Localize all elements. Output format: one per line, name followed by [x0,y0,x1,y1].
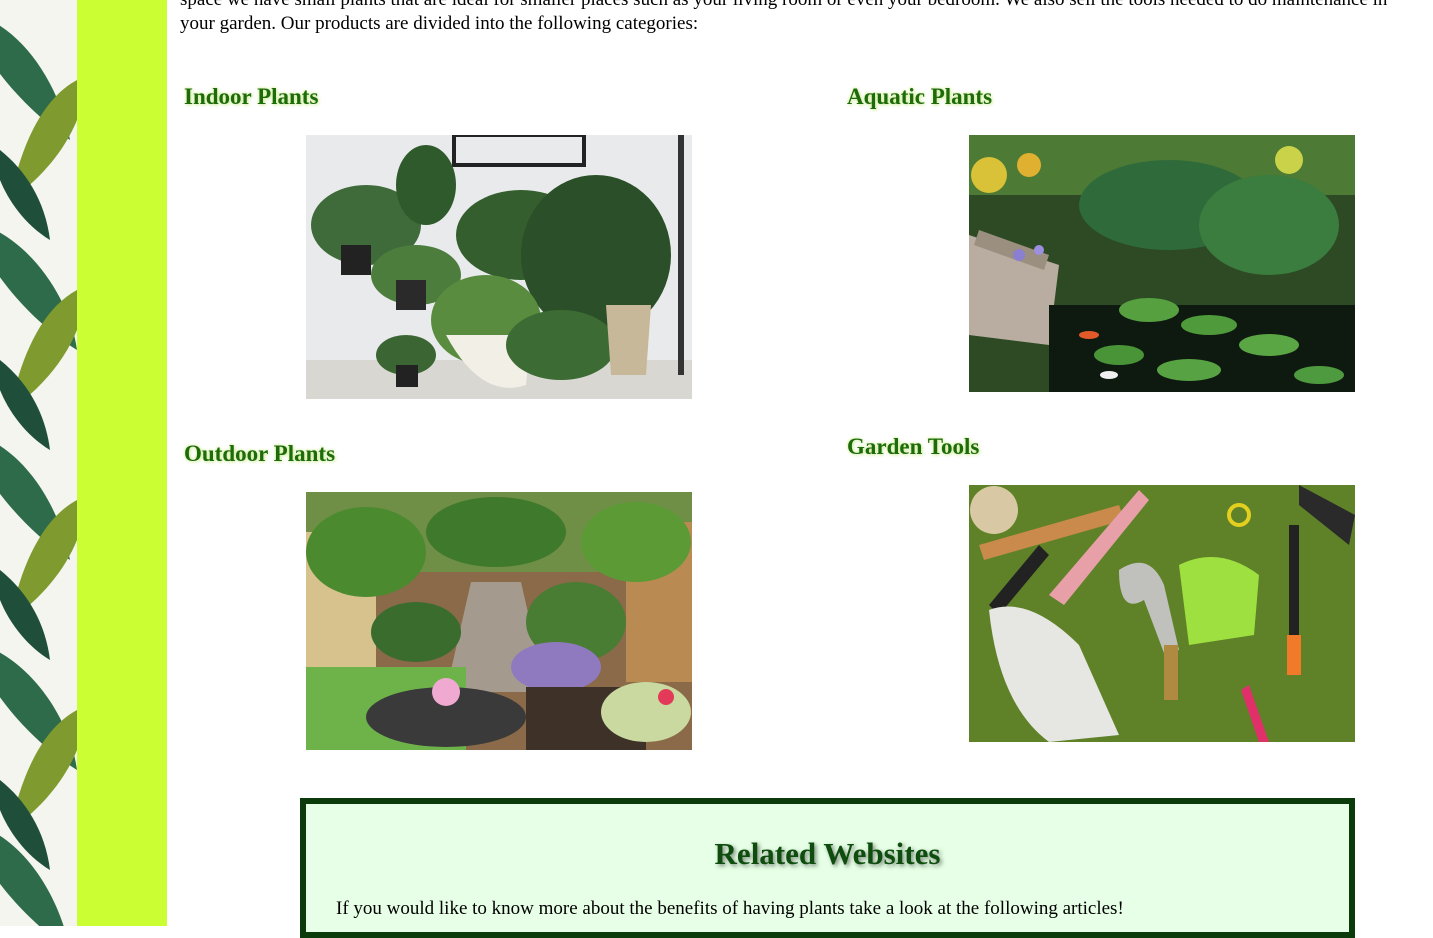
related-websites-heading: Related Websites [714,836,941,871]
indoor-plants-photo [306,135,692,399]
aquatic-plants-photo [969,135,1355,392]
leaf-pattern-decoration [0,0,77,926]
category-title-indoor: Indoor Plants [184,84,319,109]
category-title-outdoor: Outdoor Plants [184,441,336,466]
intro-line-2: your garden. Our products are divided in… [180,13,699,34]
outdoor-plants-photo [306,492,692,750]
related-websites-text: If you would like to know more about the… [336,898,1124,919]
related-websites-box: Related Websites If you would like to kn… [300,798,1355,938]
intro-line-1: space we have small plants that are idea… [180,0,1433,12]
category-title-garden-tools: Garden Tools [847,434,980,459]
category-title-aquatic: Aquatic Plants [847,84,993,109]
garden-tools-photo [969,485,1355,742]
intro-paragraph: space we have small plants that are idea… [180,0,1433,36]
lime-sidebar [77,0,167,926]
